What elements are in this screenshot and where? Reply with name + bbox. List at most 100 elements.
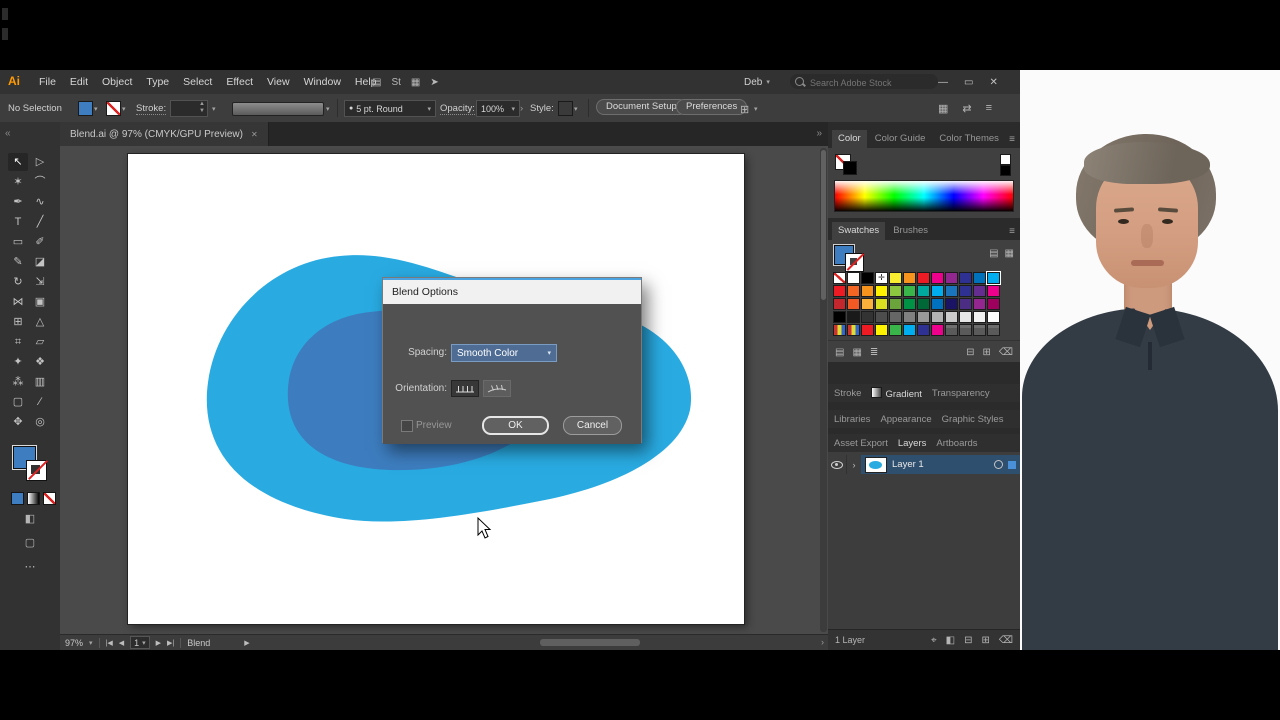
hand-tool[interactable]: ✥ [8, 413, 28, 431]
stroke-weight-label[interactable]: Stroke: [136, 103, 167, 115]
opacity-field[interactable]: 100% ▾ [476, 100, 520, 117]
swatch-3-6[interactable] [917, 311, 930, 323]
vertical-scrollbar[interactable] [820, 148, 827, 632]
tab-artboards[interactable]: Artboards [936, 438, 977, 449]
swatch-2-6[interactable] [917, 298, 930, 310]
screen-mode-icon[interactable]: ▢ [0, 536, 60, 549]
workspace-switcher-icon[interactable]: ⊞ [740, 103, 749, 116]
expand-layer-icon[interactable]: › [847, 460, 861, 470]
swatch-2-11[interactable] [987, 298, 1000, 310]
artboard-number-field[interactable]: 1 ▾ [130, 636, 150, 649]
tab-gradient[interactable]: Gradient [871, 386, 922, 400]
swatch-list-view-icon[interactable]: ▤ [989, 248, 998, 259]
swatch-3-8[interactable] [945, 311, 958, 323]
symbol-sprayer-tool[interactable]: ⁂ [8, 373, 28, 391]
menu-object[interactable]: Object [95, 70, 139, 94]
swatch-1-4[interactable] [889, 285, 902, 297]
edit-toolbar-icon[interactable]: ⋯ [0, 560, 60, 573]
tab-stroke[interactable]: Stroke [834, 388, 861, 399]
swatch-4-3[interactable] [875, 324, 888, 336]
curvature-tool[interactable]: ∿ [30, 193, 50, 211]
toolbar-collapse[interactable]: « [0, 122, 60, 146]
swatch-1-3[interactable] [875, 285, 888, 297]
menu-file[interactable]: File [32, 70, 63, 94]
make-mask-icon[interactable]: ◧ [946, 635, 955, 646]
magic-wand-tool[interactable]: ✶ [8, 173, 28, 191]
swatch-1-7[interactable] [931, 285, 944, 297]
layout-options-icon[interactable]: ▦ [411, 77, 420, 88]
swatch-0-10[interactable] [973, 272, 986, 284]
menu-select[interactable]: Select [176, 70, 219, 94]
document-arrange-icon[interactable]: ▤ [372, 77, 381, 88]
swatch-4-6[interactable] [917, 324, 930, 336]
tab-color-guide[interactable]: Color Guide [869, 130, 932, 148]
layer-target-icon[interactable] [994, 460, 1003, 469]
rotate-tool[interactable]: ↻ [8, 273, 28, 291]
search-input[interactable] [808, 74, 936, 91]
touch-workspace-button[interactable]: St [391, 77, 400, 88]
line-segment-tool[interactable]: ╱ [30, 213, 50, 231]
style-chip[interactable] [558, 101, 573, 116]
swatch-2-0[interactable] [833, 298, 846, 310]
orientation-vertical-button[interactable] [451, 380, 479, 397]
swatch-4-2[interactable] [861, 324, 874, 336]
swatch-2-5[interactable] [903, 298, 916, 310]
eraser-tool[interactable]: ◪ [30, 253, 50, 271]
orientation-path-button[interactable] [483, 380, 511, 397]
swatch-3-5[interactable] [903, 311, 916, 323]
black-chip[interactable] [1000, 165, 1011, 176]
swatch-libraries-icon[interactable]: ▤ [835, 347, 844, 358]
swatch-3-10[interactable] [973, 311, 986, 323]
panels-grid-icon[interactable]: ▦ [938, 102, 948, 115]
chevron-down-icon[interactable]: ▾ [754, 105, 758, 113]
cancel-button[interactable]: Cancel [563, 416, 622, 435]
swatch-3-7[interactable] [931, 311, 944, 323]
layer-row[interactable]: › Layer 1 [828, 455, 1020, 474]
restore-button[interactable]: ▭ [964, 77, 973, 88]
menu-view[interactable]: View [260, 70, 297, 94]
swatch-4-8[interactable] [945, 324, 958, 336]
stroke-color-chip[interactable] [106, 101, 121, 116]
menu-type[interactable]: Type [139, 70, 176, 94]
chevron-down-icon[interactable]: ▾ [326, 105, 330, 113]
locate-object-icon[interactable]: ⌖ [931, 635, 937, 646]
eyedropper-tool[interactable]: ✦ [8, 353, 28, 371]
tab-overflow-icon[interactable]: » [816, 122, 822, 146]
ok-button[interactable]: OK [482, 416, 549, 435]
spacing-dropdown[interactable]: Smooth Color ▾ [451, 344, 557, 362]
new-sublayer-icon[interactable]: ⊟ [964, 635, 972, 646]
delete-layer-icon[interactable]: ⌫ [999, 635, 1013, 646]
opacity-label[interactable]: Opacity: [440, 103, 475, 115]
tab-color-themes[interactable]: Color Themes [933, 130, 1005, 148]
chevron-down-icon[interactable]: ▾ [122, 105, 126, 113]
menu-edit[interactable]: Edit [63, 70, 95, 94]
mesh-tool[interactable]: ⌗ [8, 333, 28, 351]
chevron-down-icon[interactable]: ▾ [212, 105, 216, 113]
fill-color-chip[interactable] [78, 101, 93, 116]
color-spectrum[interactable] [834, 180, 1014, 212]
swatch-4-1[interactable] [847, 324, 860, 336]
brush-definition-dropdown[interactable]: ● 5 pt. Round ▾ [344, 100, 436, 117]
zoom-level[interactable]: 97% [65, 638, 83, 648]
gradient-tool[interactable]: ▱ [30, 333, 50, 351]
stock-search[interactable] [790, 74, 938, 91]
swatch-grid-view-icon[interactable]: ▦ [1005, 248, 1014, 259]
column-graph-tool[interactable]: ▥ [30, 373, 50, 391]
close-button[interactable]: ✕ [989, 77, 997, 88]
free-transform-tool[interactable]: ▣ [30, 293, 50, 311]
previous-artboard-button[interactable]: ◀ [119, 639, 124, 647]
slice-tool[interactable]: ∕ [30, 393, 50, 411]
swatch-0-1[interactable] [847, 272, 860, 284]
draw-mode-icon[interactable]: ◧ [0, 512, 60, 525]
document-setup-button[interactable]: Document Setup [596, 99, 687, 115]
new-layer-icon[interactable]: ⊞ [981, 635, 989, 646]
color-stroke-chip[interactable] [843, 161, 857, 175]
swatch-1-5[interactable] [903, 285, 916, 297]
lasso-tool[interactable]: ⌒ [30, 173, 50, 191]
vertical-scroll-thumb[interactable] [821, 150, 826, 300]
swatch-options-icon[interactable]: ≣ [870, 347, 878, 358]
tab-color[interactable]: Color [832, 130, 867, 148]
swatch-0-8[interactable] [945, 272, 958, 284]
swatch-0-2[interactable] [861, 272, 874, 284]
blend-tool[interactable]: ❖ [30, 353, 50, 371]
